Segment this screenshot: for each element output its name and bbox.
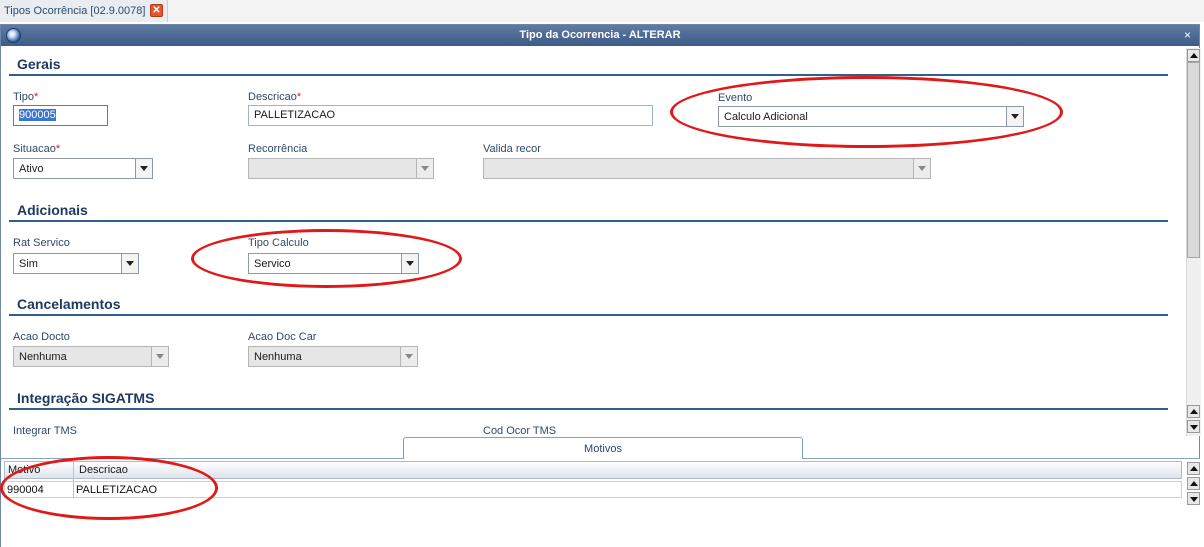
scroll-down-icon[interactable] <box>1187 420 1200 433</box>
acao-doc-car-label: Acao Doc Car <box>248 331 317 343</box>
globe-logo-icon <box>6 28 21 43</box>
rat-servico-value: Sim <box>19 258 38 270</box>
motivos-tab[interactable]: Motivos <box>403 437 803 459</box>
section-divider <box>9 314 1168 316</box>
scroll-up-icon[interactable] <box>1187 49 1200 62</box>
annotation-oval-tipo-calculo <box>191 229 462 288</box>
situacao-value: Ativo <box>19 163 44 175</box>
window-title: Tipo da Ocorrencia - ALTERAR <box>519 29 681 41</box>
acao-docto-select[interactable]: Nenhuma <box>13 346 169 367</box>
recorrencia-label: Recorrência <box>248 143 308 155</box>
valida-recor-label: Valida recor <box>483 143 541 155</box>
section-divider <box>9 220 1168 222</box>
scroll-thumb[interactable] <box>1187 62 1200 258</box>
situacao-select[interactable]: Ativo <box>13 158 153 179</box>
tipo-value: 900005 <box>19 109 56 121</box>
tab-close-icon[interactable]: ✕ <box>150 4 163 17</box>
acao-docto-value: Nenhuma <box>19 351 67 363</box>
section-divider <box>9 408 1168 410</box>
annotation-oval-evento <box>670 76 1063 148</box>
tab-bar <box>0 0 1204 22</box>
acao-doc-car-select[interactable]: Nenhuma <box>248 346 418 367</box>
window-close-icon[interactable]: × <box>1180 28 1195 43</box>
chevron-down-icon[interactable] <box>416 159 433 178</box>
chevron-down-icon[interactable] <box>135 159 152 178</box>
recorrencia-select[interactable] <box>248 158 434 179</box>
acao-docto-label: Acao Docto <box>13 331 70 343</box>
acao-doc-car-value: Nenhuma <box>254 351 302 363</box>
valida-recor-select[interactable] <box>483 158 931 179</box>
section-divider <box>9 74 1168 76</box>
section-adicionais: Adicionais <box>17 202 88 218</box>
rat-servico-select[interactable]: Sim <box>13 253 139 274</box>
chevron-down-icon[interactable] <box>400 347 417 366</box>
tipo-label: Tipo* <box>13 91 39 103</box>
section-gerais: Gerais <box>17 56 61 72</box>
tab-label: Tipos Ocorrência [02.9.0078] <box>4 5 146 17</box>
grid-scroll-up-icon[interactable] <box>1187 477 1200 490</box>
chevron-down-icon[interactable] <box>151 347 168 366</box>
chevron-down-icon[interactable] <box>121 254 138 273</box>
section-cancelamentos: Cancelamentos <box>17 296 121 312</box>
descricao-label: Descricao* <box>248 91 302 103</box>
tipo-field[interactable]: 900005 <box>13 105 108 126</box>
grid-scroll-top-icon[interactable] <box>1187 462 1200 475</box>
integrar-tms-label: Integrar TMS <box>13 425 77 437</box>
chevron-down-icon[interactable] <box>913 159 930 178</box>
cod-ocor-tms-label: Cod Ocor TMS <box>483 425 557 437</box>
annotation-oval-motivo-row <box>0 456 218 520</box>
grid-scroll-down-icon[interactable] <box>1187 492 1200 505</box>
descricao-field[interactable]: PALLETIZACAO <box>248 105 653 126</box>
rat-servico-label: Rat Servico <box>13 237 70 249</box>
section-integracao: Integração SIGATMS <box>17 390 155 406</box>
scroll-up-icon[interactable] <box>1187 405 1200 418</box>
situacao-label: Situacao* <box>13 143 61 155</box>
